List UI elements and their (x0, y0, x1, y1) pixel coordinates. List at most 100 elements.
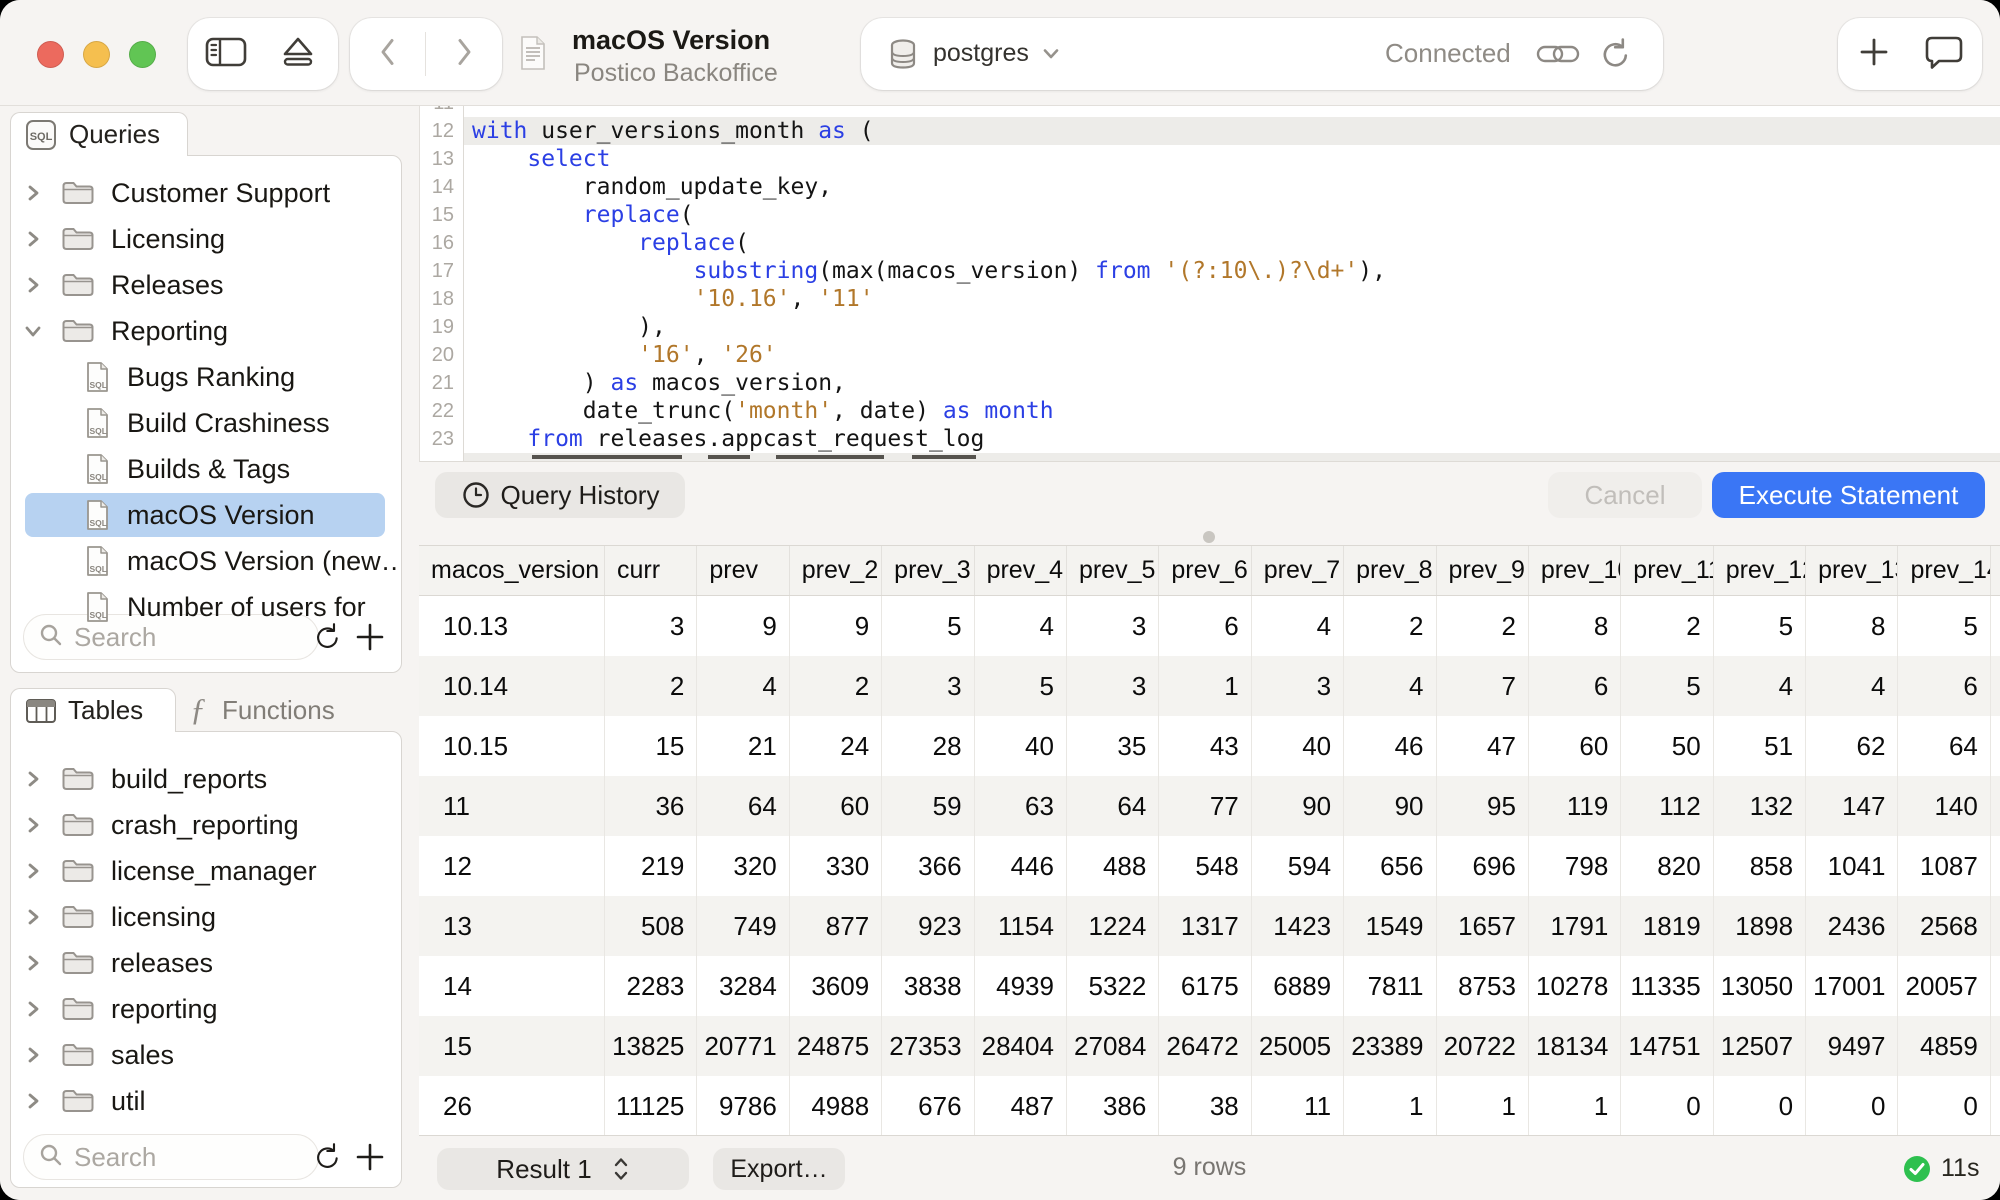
cell[interactable]: 386 (1066, 1076, 1158, 1135)
cell[interactable]: 4988 (789, 1076, 881, 1135)
cell[interactable]: 0 (1805, 1076, 1897, 1135)
query-history-button[interactable]: Query History (435, 472, 685, 518)
cell[interactable]: 14 (419, 956, 604, 1016)
cell[interactable]: 2436 (1805, 896, 1897, 956)
toggle-sidebar-button[interactable] (196, 35, 256, 73)
cell[interactable]: 330 (789, 836, 881, 896)
code-line-13[interactable]: 13 select (420, 145, 2000, 173)
code-line-14[interactable]: 14 random_update_key, (420, 173, 2000, 201)
cell[interactable]: 8 (1528, 596, 1620, 656)
cell[interactable]: 1154 (974, 896, 1066, 956)
sidebar-item-reporting[interactable]: reporting (11, 986, 399, 1032)
refresh-tables-icon[interactable] (309, 1138, 347, 1176)
tables-search-input[interactable]: Search (23, 1134, 319, 1180)
chevron-right-icon[interactable] (11, 861, 55, 881)
column-header-prev-4[interactable]: prev_4 (974, 546, 1066, 595)
cell[interactable]: 9786 (696, 1076, 788, 1135)
cell[interactable]: 1898 (1713, 896, 1805, 956)
sidebar-item-sales[interactable]: sales (11, 1032, 399, 1078)
cell[interactable]: 62 (1805, 716, 1897, 776)
forward-button[interactable] (436, 35, 492, 73)
code-line-21[interactable]: 21 ) as macos_version, (420, 369, 2000, 397)
cell[interactable]: 5 (1620, 656, 1712, 716)
cell[interactable]: 90 (1251, 776, 1343, 836)
chevron-right-icon[interactable] (11, 275, 55, 295)
column-header-prev-3[interactable]: prev_3 (881, 546, 973, 595)
table-row-26[interactable]: 26111259786498867648738638111110000 (419, 1076, 2000, 1135)
cell[interactable]: 656 (1343, 836, 1435, 896)
cell[interactable]: 5 (1713, 596, 1805, 656)
cell[interactable]: 40 (974, 716, 1066, 776)
minimize-window-button[interactable] (83, 41, 110, 68)
cell[interactable]: 60 (1528, 716, 1620, 776)
cell[interactable]: 10.13 (419, 596, 604, 656)
code-line-11[interactable]: 11 (420, 106, 2000, 117)
cell[interactable]: 1224 (1066, 896, 1158, 956)
add-table-icon[interactable] (351, 1138, 389, 1176)
cell[interactable]: 749 (696, 896, 788, 956)
cell[interactable]: 2568 (1897, 896, 1989, 956)
sidebar-item-releases[interactable]: releases (11, 940, 399, 986)
column-header-prev-14[interactable]: prev_14 (1897, 546, 1989, 595)
cell[interactable]: 4 (1251, 596, 1343, 656)
zoom-window-button[interactable] (129, 41, 156, 68)
cell[interactable]: 9497 (1805, 1016, 1897, 1076)
cell[interactable]: 64 (1897, 716, 1989, 776)
cell[interactable]: 15 (419, 1016, 604, 1076)
cell[interactable]: 47 (1436, 716, 1528, 776)
execute-statement-button[interactable]: Execute Statement (1712, 472, 1985, 518)
sidebar-item-macos-version-new[interactable]: SQLmacOS Version (new… (11, 538, 399, 584)
cell[interactable]: 488 (1066, 836, 1158, 896)
cell[interactable]: 5 (974, 656, 1066, 716)
cell[interactable]: 4939 (974, 956, 1066, 1016)
sidebar-item-build-crashiness[interactable]: SQLBuild Crashiness (11, 400, 399, 446)
cell[interactable]: 23389 (1343, 1016, 1435, 1076)
table-row-10-15[interactable]: 10.15152124284035434046476050516264 (419, 716, 2000, 776)
table-row-12[interactable]: 1221932033036644648854859465669679882085… (419, 836, 2000, 896)
cell[interactable]: 7 (1436, 656, 1528, 716)
cell[interactable]: 11335 (1620, 956, 1712, 1016)
cell[interactable]: 28404 (974, 1016, 1066, 1076)
cell[interactable]: 548 (1158, 836, 1250, 896)
cell[interactable]: 147 (1805, 776, 1897, 836)
cell[interactable]: 1549 (1343, 896, 1435, 956)
cell[interactable]: 11125 (604, 1076, 696, 1135)
column-header-prev-5[interactable]: prev_5 (1066, 546, 1158, 595)
column-header-prev-13[interactable]: prev_13 (1805, 546, 1897, 595)
cell[interactable]: 1791 (1528, 896, 1620, 956)
cell[interactable]: 508 (604, 896, 696, 956)
column-header-prev[interactable]: prev (696, 546, 788, 595)
tab-queries[interactable]: SQL Queries (10, 112, 188, 156)
chevron-right-icon[interactable] (11, 953, 55, 973)
column-header-prev-11[interactable]: prev_11 (1620, 546, 1712, 595)
sidebar-item-build-reports[interactable]: build_reports (11, 756, 399, 802)
cell[interactable]: 2 (789, 656, 881, 716)
cancel-button[interactable]: Cancel (1548, 472, 1702, 518)
cell[interactable]: 140 (1897, 776, 1989, 836)
cell[interactable]: 3 (881, 656, 973, 716)
cell[interactable]: 320 (696, 836, 788, 896)
cell[interactable]: 7811 (1343, 956, 1435, 1016)
cell[interactable]: 63 (974, 776, 1066, 836)
cell[interactable]: 12507 (1713, 1016, 1805, 1076)
cell[interactable]: 24 (789, 716, 881, 776)
cell[interactable]: 18134 (1528, 1016, 1620, 1076)
cell[interactable]: 38 (1158, 1076, 1250, 1135)
cell[interactable]: 9 (789, 596, 881, 656)
cell[interactable]: 1317 (1158, 896, 1250, 956)
sidebar-item-macos-version[interactable]: SQLmacOS Version (11, 492, 399, 538)
cell[interactable]: 4 (1343, 656, 1435, 716)
cell[interactable]: 2 (1620, 596, 1712, 656)
cell[interactable]: 0 (1713, 1076, 1805, 1135)
chevron-right-icon[interactable] (11, 769, 55, 789)
feedback-button[interactable] (1914, 35, 1974, 73)
chevron-down-icon[interactable] (1041, 47, 1061, 66)
cell[interactable]: 59 (881, 776, 973, 836)
cell[interactable]: 3609 (789, 956, 881, 1016)
cell[interactable]: 14751 (1620, 1016, 1712, 1076)
reload-connection-icon[interactable] (1599, 35, 1633, 78)
cell[interactable]: 3 (1066, 656, 1158, 716)
cell[interactable]: 4859 (1897, 1016, 1989, 1076)
cell[interactable]: 4 (1805, 656, 1897, 716)
cell[interactable]: 51 (1713, 716, 1805, 776)
